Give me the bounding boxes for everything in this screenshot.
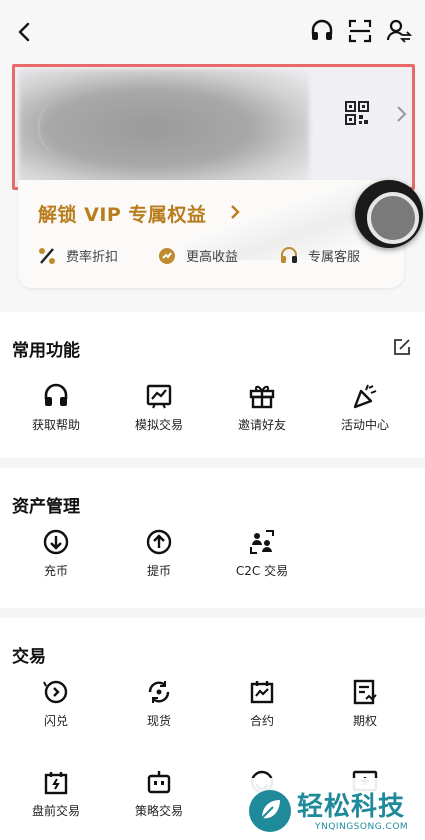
perk-rate-discount: 费率折扣 [38, 246, 118, 265]
deposit-button[interactable]: 充币 [6, 528, 106, 579]
headset-icon [281, 246, 297, 263]
section-title: 常用功能 [12, 341, 80, 361]
headset-icon[interactable] [309, 18, 335, 44]
watermark-logo-icon [249, 790, 291, 832]
flash-swap-icon [43, 680, 68, 704]
futures-button[interactable]: 合约 [212, 678, 312, 729]
floating-assistive-button[interactable] [355, 180, 423, 248]
spot-icon [148, 681, 170, 703]
vip-title[interactable]: 解锁 VIP 专属权益 [38, 200, 206, 227]
section-title: 资产管理 [12, 497, 80, 517]
demo-trade-icon [146, 384, 172, 409]
section-divider [0, 608, 425, 618]
vip-card[interactable]: 解锁 VIP 专属权益 费率折扣 更高收益 专属客服 [18, 180, 404, 288]
profile-card[interactable] [12, 64, 415, 190]
watermark-subtitle: YNQINGSONG.COM [315, 822, 409, 832]
c2c-icon [250, 530, 274, 554]
switch-account-icon[interactable] [386, 18, 412, 44]
withdraw-icon [146, 529, 172, 555]
common-functions-section: 常用功能 获取帮助 模拟交易 邀请好友 活动中心 [0, 312, 425, 458]
chevron-right-icon [231, 205, 240, 219]
options-icon [353, 679, 377, 705]
activity-center-button[interactable]: 活动中心 [315, 382, 415, 433]
pre-market-icon [44, 772, 68, 795]
percent-icon [39, 247, 55, 264]
qr-code-icon[interactable] [345, 101, 369, 125]
withdraw-button[interactable]: 提币 [109, 528, 209, 579]
options-button[interactable]: 期权 [315, 678, 415, 729]
section-title: 交易 [12, 647, 46, 667]
perk-higher-yield: 更高收益 [158, 246, 238, 265]
yield-icon [159, 247, 175, 264]
party-icon [353, 384, 377, 409]
bot-icon [147, 771, 171, 794]
section-divider [0, 458, 425, 468]
flash-swap-button[interactable]: 闪兑 [6, 678, 106, 729]
gift-icon [249, 385, 275, 409]
headset-icon [44, 383, 68, 406]
scan-icon[interactable] [347, 18, 373, 44]
top-bar [0, 0, 425, 62]
perk-dedicated-support: 专属客服 [280, 246, 360, 265]
pre-market-trade-button[interactable]: 盘前交易 [6, 768, 106, 819]
futures-icon [250, 681, 274, 704]
strategy-trade-button[interactable]: 策略交易 [109, 768, 209, 819]
site-watermark: 轻松科技 YNQINGSONG.COM [245, 778, 425, 840]
invite-friends-button[interactable]: 邀请好友 [212, 382, 312, 433]
demo-trade-button[interactable]: 模拟交易 [109, 382, 209, 433]
spot-button[interactable]: 现货 [109, 678, 209, 729]
back-icon[interactable] [14, 20, 34, 44]
chevron-right-icon [397, 106, 407, 122]
asset-management-section: 资产管理 充币 提币 C2C 交易 [0, 468, 425, 608]
edit-icon[interactable] [393, 338, 411, 356]
c2c-trade-button[interactable]: C2C 交易 [212, 528, 312, 579]
get-help-button[interactable]: 获取帮助 [6, 382, 106, 433]
deposit-icon [43, 529, 69, 555]
watermark-title: 轻松科技 [297, 792, 406, 822]
